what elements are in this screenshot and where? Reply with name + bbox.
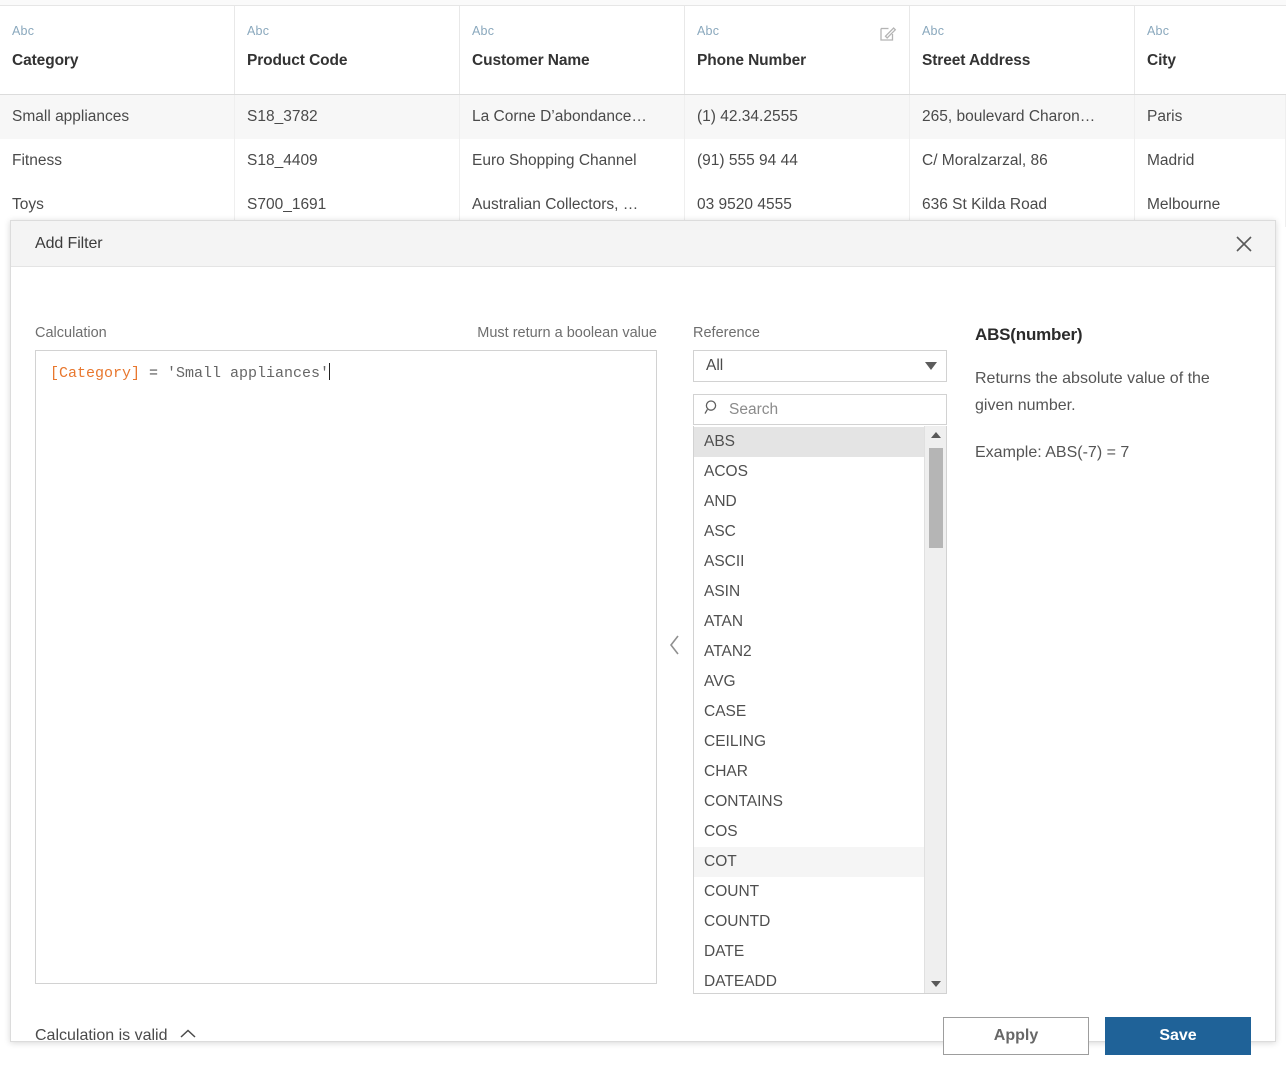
grid-header-row: Abc Category Abc Product Code Abc Custom… [0,6,1286,95]
reference-list-item[interactable]: AND [694,487,924,517]
column-type-label: Abc [697,6,897,38]
table-row[interactable]: Fitness S18_4409 Euro Shopping Channel (… [0,139,1286,183]
table-cell: 265, boulevard Charon… [910,95,1135,139]
reference-list-item[interactable]: COT [694,847,924,877]
table-cell: Paris [1135,95,1286,139]
reference-list-item[interactable]: COUNT [694,877,924,907]
reference-list-item[interactable]: CASE [694,697,924,727]
table-cell: (1) 42.34.2555 [685,95,910,139]
reference-list-item[interactable]: DATE [694,937,924,967]
reference-label: Reference [693,325,947,350]
chevron-down-icon [925,362,937,370]
reference-list-item[interactable]: ABS [694,427,924,457]
calculation-labels: Calculation Must return a boolean value [35,325,657,350]
reference-list-item[interactable]: AVG [694,667,924,697]
search-input[interactable] [721,400,936,420]
reference-list-item[interactable]: ATAN [694,607,924,637]
save-button[interactable]: Save [1105,1017,1251,1055]
function-example-text: Example: ABS(-7) = 7 [975,444,1251,462]
scroll-down-arrow-icon[interactable] [925,975,947,993]
reference-list[interactable]: ABSACOSANDASCASCIIASINATANATAN2AVGCASECE… [694,426,924,993]
table-cell: Euro Shopping Channel [460,139,685,183]
table-cell: Fitness [0,139,235,183]
reference-filter-select[interactable]: All [693,350,947,382]
column-header-label: Customer Name [472,38,672,70]
search-icon [704,399,721,421]
dialog-footer: Calculation is valid Apply Save [11,994,1275,1078]
close-icon[interactable] [1227,227,1261,261]
reference-list-item[interactable]: ASIN [694,577,924,607]
expression-value-token: 'Small appliances' [167,365,329,382]
calculation-label: Calculation [35,325,107,341]
status-badge: Calculation is valid [35,1027,168,1045]
scroll-up-arrow-icon[interactable] [925,426,947,444]
reference-list-item[interactable]: COS [694,817,924,847]
reference-list-item[interactable]: ASC [694,517,924,547]
column-header-customer-name[interactable]: Abc Customer Name [460,6,685,94]
table-cell: Small appliances [0,95,235,139]
calculation-pane: Calculation Must return a boolean value … [35,325,657,994]
column-header-label: Street Address [922,38,1122,70]
column-header-label: Category [12,38,222,70]
function-signature: ABS(number) [975,325,1251,345]
calculation-input[interactable]: [Category] = 'Small appliances' [35,350,657,984]
calculation-validity-status[interactable]: Calculation is valid [35,1027,197,1045]
column-header-street-address[interactable]: Abc Street Address [910,6,1135,94]
table-cell: Madrid [1135,139,1286,183]
dialog-body: Calculation Must return a boolean value … [11,267,1275,994]
collapse-reference-panel-chevron-left-icon[interactable] [657,325,693,994]
reference-list-item[interactable]: CEILING [694,727,924,757]
column-header-label: City [1147,38,1274,70]
reference-list-container: ABSACOSANDASCASCIIASINATANATAN2AVGCASECE… [693,426,947,994]
edit-pencil-icon[interactable] [879,24,897,42]
dialog-header: Add Filter [11,221,1275,267]
column-header-product-code[interactable]: Abc Product Code [235,6,460,94]
reference-list-item[interactable]: COUNTD [694,907,924,937]
dialog-title: Add Filter [35,235,1227,253]
chevron-up-icon[interactable] [179,1027,197,1045]
reference-list-item[interactable]: ACOS [694,457,924,487]
calculation-hint: Must return a boolean value [477,325,657,341]
table-cell: C/ Moralzarzal, 86 [910,139,1135,183]
expression-operator-token: = [140,365,167,382]
table-cell: S18_4409 [235,139,460,183]
column-type-label: Abc [1147,6,1274,38]
column-header-city[interactable]: Abc City [1135,6,1286,94]
reference-list-item[interactable]: CONTAINS [694,787,924,817]
column-header-phone-number[interactable]: Abc Phone Number [685,6,910,94]
function-description-pane: ABS(number) Returns the absolute value o… [947,325,1251,994]
column-header-category[interactable]: Abc Category [0,6,235,94]
column-type-label: Abc [922,6,1122,38]
column-header-label: Product Code [247,38,447,70]
reference-search[interactable] [693,394,947,425]
column-header-label: Phone Number [697,38,897,70]
function-description-text: Returns the absolute value of the given … [975,365,1251,419]
reference-list-item[interactable]: ASCII [694,547,924,577]
expression-field-token: [Category] [50,365,140,382]
reference-list-item[interactable]: CHAR [694,757,924,787]
add-filter-dialog: Add Filter Calculation Must return a boo… [10,220,1276,1042]
scrollbar-thumb[interactable] [929,448,943,548]
reference-list-scrollbar[interactable] [924,426,946,993]
reference-pane: Reference All ABSACOSANDASCASCIIASINATAN… [693,325,947,994]
table-cell: (91) 555 94 44 [685,139,910,183]
text-caret [329,363,330,380]
reference-list-item[interactable]: DATEADD [694,967,924,993]
reference-filter-value: All [706,357,925,375]
table-row[interactable]: Small appliances S18_3782 La Corne D’abo… [0,95,1286,139]
column-type-label: Abc [247,6,447,38]
apply-button[interactable]: Apply [943,1017,1089,1055]
reference-list-item[interactable]: ATAN2 [694,637,924,667]
table-cell: La Corne D’abondance… [460,95,685,139]
data-grid: Abc Category Abc Product Code Abc Custom… [0,0,1286,230]
column-type-label: Abc [472,6,672,38]
table-cell: S18_3782 [235,95,460,139]
column-type-label: Abc [12,6,222,38]
